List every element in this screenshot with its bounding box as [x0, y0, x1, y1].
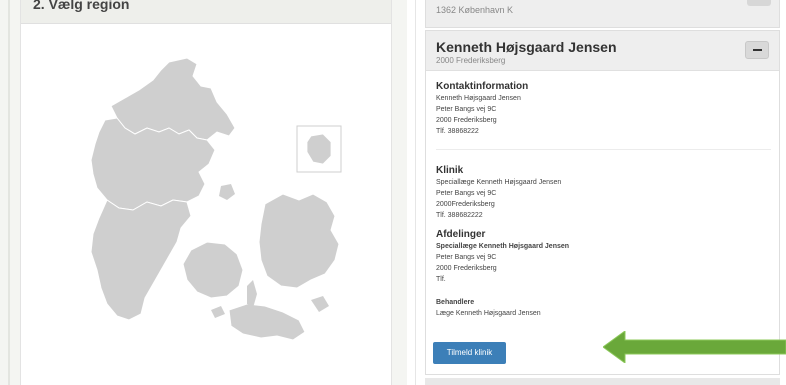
- region-nordjylland[interactable]: [110, 57, 236, 141]
- region-title: 2. Vælg region: [33, 0, 130, 12]
- island-samso: [219, 184, 235, 200]
- region-sjaelland[interactable]: [258, 193, 340, 289]
- klinik-line: 2000Frederiksberg: [436, 201, 495, 208]
- next-clinic-card[interactable]: [425, 378, 780, 385]
- afdeling-line: 2000 Frederiksberg: [436, 265, 497, 272]
- island-mon: [311, 296, 329, 312]
- afdelinger-heading: Afdelinger: [436, 229, 486, 240]
- klinik-line: Speciallæge Kenneth Højsgaard Jensen: [436, 179, 562, 186]
- island-langeland: [247, 280, 257, 308]
- region-syddanmark[interactable]: [90, 199, 192, 321]
- behandler-line: Læge Kenneth Højsgaard Jensen: [436, 310, 541, 317]
- previous-clinic-toggle[interactable]: [747, 0, 771, 6]
- previous-clinic-address: 1362 København K: [436, 5, 514, 15]
- denmark-map: [90, 57, 342, 341]
- clinic-city: 2000 Frederiksberg: [436, 56, 506, 65]
- afdeling-line: Peter Bangs vej 9C: [436, 254, 497, 261]
- klinik-line: Peter Bangs vej 9C: [436, 190, 497, 197]
- contact-heading: Kontaktinformation: [436, 81, 529, 92]
- signup-clinic-button[interactable]: Tilmeld klinik: [433, 342, 506, 364]
- previous-clinic-card[interactable]: 1362 København K: [425, 0, 780, 28]
- behandlere-section: Behandlere Læge Kenneth Højsgaard Jensen: [436, 297, 541, 319]
- region-lolland-falster[interactable]: [228, 303, 306, 341]
- afdeling-line: Tlf.: [436, 276, 446, 283]
- contact-section: Kontaktinformation Kenneth Højsgaard Jen…: [436, 81, 528, 137]
- afdeling-name: Speciallæge Kenneth Højsgaard Jensen: [436, 243, 570, 250]
- klinik-section: Klinik Speciallæge Kenneth Højsgaard Jen…: [436, 165, 561, 221]
- left-column: 2. Vælg region: [0, 0, 395, 385]
- region-panel: 2. Vælg region: [20, 0, 392, 385]
- region-header: 2. Vælg region: [21, 0, 391, 24]
- left-edge: [8, 0, 10, 385]
- column-gap: [395, 0, 407, 385]
- clinic-header: Kenneth Højsgaard Jensen 2000 Frederiksb…: [426, 31, 779, 71]
- contact-line: 2000 Frederiksberg: [436, 117, 497, 124]
- contact-line: Kenneth Højsgaard Jensen: [436, 95, 521, 102]
- collapse-button[interactable]: [745, 41, 769, 59]
- right-edge: [415, 0, 416, 385]
- region-fyn[interactable]: [182, 241, 244, 299]
- island-aero: [211, 306, 225, 318]
- clinic-name: Kenneth Højsgaard Jensen: [436, 39, 617, 55]
- klinik-line: Tlf. 388682222: [436, 212, 483, 219]
- green-arrow-icon: [603, 331, 786, 363]
- afdelinger-section: Afdelinger Speciallæge Kenneth Højsgaard…: [436, 229, 569, 285]
- right-column: 1362 København K Kenneth Højsgaard Jense…: [407, 0, 786, 385]
- klinik-heading: Klinik: [436, 165, 464, 176]
- section-divider: [436, 149, 771, 150]
- contact-line: Peter Bangs vej 9C: [436, 106, 497, 113]
- contact-line: Tlf. 38868222: [436, 128, 479, 135]
- clinic-card: Kenneth Højsgaard Jensen 2000 Frederiksb…: [425, 30, 780, 375]
- behandlere-heading: Behandlere: [436, 299, 475, 306]
- minus-icon: [753, 49, 762, 51]
